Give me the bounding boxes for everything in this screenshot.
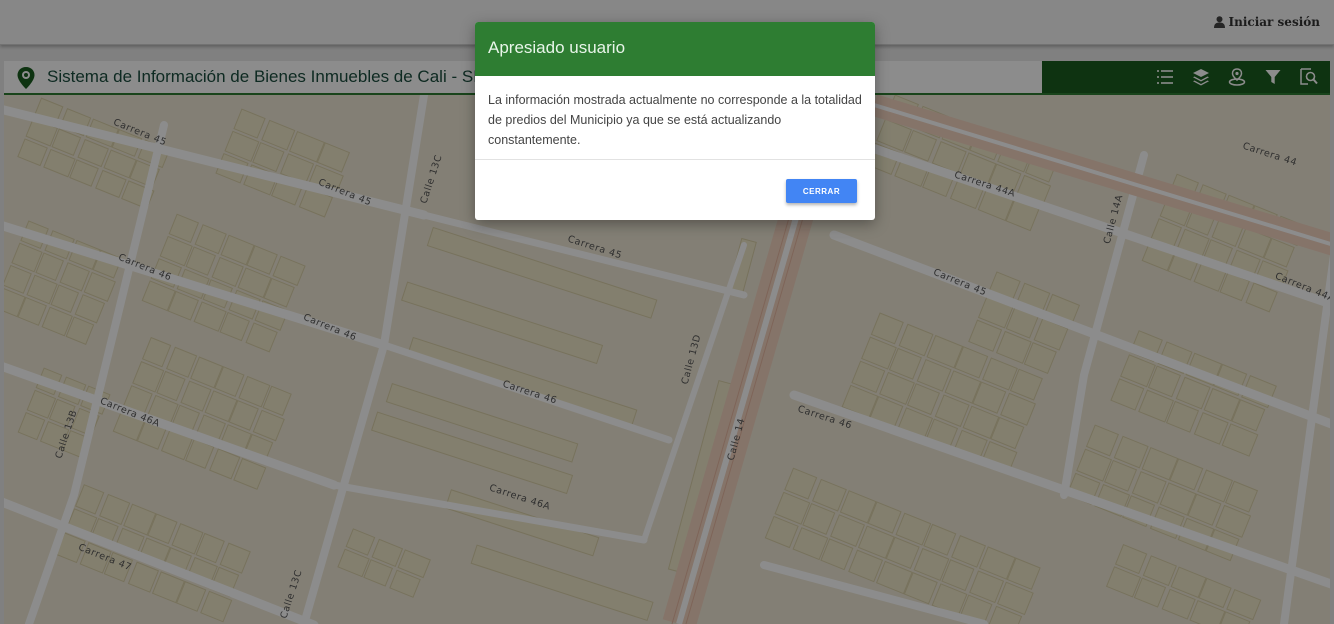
dialog-message: La información mostrada actualmente no c… <box>475 76 875 160</box>
dialog-title: Apresiado usuario <box>475 22 875 76</box>
dialog-footer: CERRAR <box>475 160 875 220</box>
close-button[interactable]: CERRAR <box>786 179 857 203</box>
notice-dialog: Apresiado usuario La información mostrad… <box>475 22 875 220</box>
